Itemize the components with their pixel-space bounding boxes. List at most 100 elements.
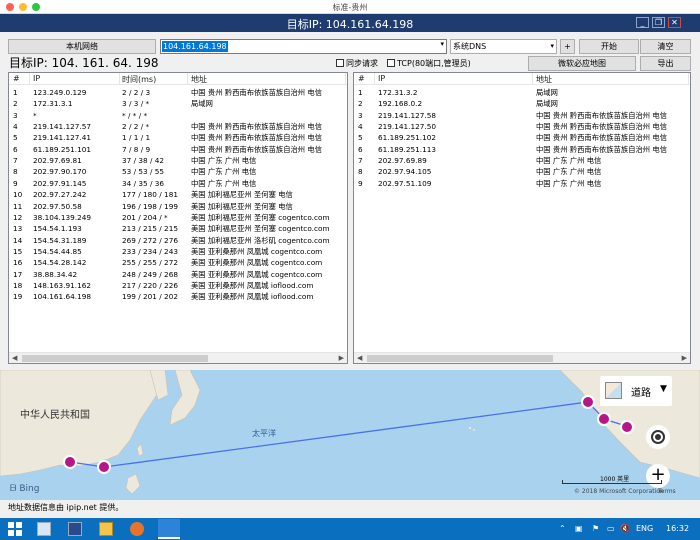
cell-index: 2 — [358, 99, 363, 109]
language-indicator[interactable]: ENG — [636, 524, 653, 533]
cell-time: 37 / 38 / 42 — [122, 156, 165, 166]
cell-time: 213 / 215 / 215 — [122, 224, 178, 234]
cell-address: 局域网 — [191, 99, 213, 109]
table-row[interactable]: 6 61.189.251.113 中国 贵州 黔西南布依族苗族自治州 电信 — [354, 144, 690, 155]
chevron-down-icon: ▾ — [550, 42, 554, 50]
file-explorer-icon[interactable] — [99, 522, 113, 536]
map-style-selector[interactable]: 道路 ▼ — [600, 376, 672, 406]
clock[interactable]: 16:32 — [666, 524, 689, 533]
table-row[interactable]: 4 219.141.127.57 2 / 2 / * 中国 贵州 黔西南布依族苗族自治… — [9, 121, 347, 132]
firefox-icon[interactable] — [130, 522, 144, 536]
table-row[interactable]: 4 219.141.127.50 中国 贵州 黔西南布依族苗族自治州 电信 — [354, 121, 690, 132]
philippines-landmass — [125, 473, 141, 495]
cell-time: 255 / 255 / 272 — [122, 258, 178, 268]
cell-index: 4 — [358, 122, 363, 132]
table-row[interactable]: 5 219.141.127.41 1 / 1 / 1 中国 贵州 黔西南布依族苗族自治… — [9, 132, 347, 143]
column-header-ip[interactable]: IP — [33, 74, 40, 83]
export-button[interactable]: 导出 — [640, 56, 691, 71]
cell-ip: 154.54.44.85 — [33, 246, 82, 256]
table-row[interactable]: 16 154.54.28.142 255 / 255 / 272 美国 亚利桑那州 凤… — [9, 257, 347, 268]
column-header-address[interactable]: 地址 — [536, 74, 552, 85]
scroll-thumb[interactable] — [22, 355, 208, 362]
sync-request-checkbox[interactable]: 同步请求 — [336, 58, 378, 69]
scroll-left-icon[interactable]: ◀ — [357, 354, 362, 362]
table-row[interactable]: 8 202.97.94.105 中国 广东 广州 电信 — [354, 166, 690, 177]
table-row[interactable]: 15 154.54.44.85 233 / 234 / 243 美国 亚利桑那州 凤凰… — [9, 246, 347, 257]
table-row[interactable]: 8 202.97.90.170 53 / 53 / 55 中国 广东 广州 电信 — [9, 166, 347, 177]
locate-me-button[interactable] — [646, 425, 670, 449]
table-row[interactable]: 3 219.141.127.58 中国 贵州 黔西南布依族苗族自治州 电信 — [354, 110, 690, 121]
powershell-icon[interactable] — [68, 522, 82, 536]
local-network-button[interactable]: 本机网络 — [8, 39, 156, 54]
table-row[interactable]: 9 202.97.91.145 34 / 35 / 36 中国 广东 广州 电信 — [9, 178, 347, 189]
table-row[interactable]: 7 202.97.69.89 中国 广东 广州 电信 — [354, 155, 690, 166]
cell-address: 中国 贵州 黔西南布依族苗族自治州 电信 — [191, 133, 323, 143]
scroll-right-icon[interactable]: ▶ — [339, 354, 344, 362]
tray-app-icon[interactable]: ▣ — [575, 524, 583, 533]
right-hops-table[interactable]: # IP 地址 1 172.31.3.2 局域网 2 192.168.0.2 局域网 3 21… — [353, 72, 691, 364]
cell-address: 中国 贵州 黔西南布依族苗族自治州 电信 — [191, 88, 323, 97]
column-header-ip[interactable]: IP — [378, 74, 385, 83]
table-row[interactable]: 13 154.54.1.193 213 / 215 / 215 美国 加利福尼亚州 圣… — [9, 223, 347, 234]
restore-button[interactable]: ❐ — [652, 17, 665, 28]
table-row[interactable]: 9 202.97.51.109 中国 广东 广州 电信 — [354, 178, 690, 189]
tcp-checkbox[interactable]: TCP(80端口,管理员) — [387, 58, 471, 69]
minimize-button[interactable]: _ — [636, 17, 649, 28]
table-row[interactable]: 17 38.88.34.42 248 / 249 / 268 美国 亚利桑那州 凤凰城… — [9, 269, 347, 280]
zoom-in-button[interactable]: + — [646, 464, 670, 488]
bing-map-button[interactable]: 微软必应地图 — [528, 56, 636, 71]
table-row[interactable]: 19 104.161.64.198 199 / 201 / 202 美国 亚利桑那州 … — [9, 291, 347, 302]
cell-ip: 202.97.69.81 — [33, 156, 82, 166]
column-header-address[interactable]: 地址 — [191, 74, 207, 85]
scroll-thumb[interactable] — [367, 355, 553, 362]
right-horizontal-scrollbar[interactable]: ◀ ▶ — [354, 352, 690, 363]
add-button[interactable]: + — [560, 39, 575, 54]
table-row[interactable]: 2 192.168.0.2 局域网 — [354, 98, 690, 109]
volume-muted-icon[interactable]: 🔇 — [620, 524, 630, 533]
chevron-down-icon[interactable]: ▾ — [440, 40, 444, 48]
table-header: # IP 地址 — [354, 73, 690, 85]
ip-input[interactable]: 104.161.64.198 ▾ — [160, 39, 447, 54]
cell-index: 8 — [13, 167, 18, 177]
table-row[interactable]: 1 172.31.3.2 局域网 — [354, 87, 690, 98]
cell-ip: 219.141.127.41 — [33, 133, 92, 143]
table-row[interactable]: 5 61.189.251.102 中国 贵州 黔西南布依族苗族自治州 电信 — [354, 132, 690, 143]
column-header-index[interactable]: # — [13, 74, 20, 83]
left-hops-table[interactable]: # IP 时间(ms) 地址 1 123.249.0.129 2 / 2 / 3 中国… — [8, 72, 348, 364]
clear-button[interactable]: 清空 — [640, 39, 691, 54]
table-row[interactable]: 10 202.97.27.242 177 / 180 / 181 美国 加利福尼亚州 … — [9, 189, 347, 200]
start-button[interactable]: 开始 — [579, 39, 639, 54]
table-row[interactable]: 12 38.104.139.249 201 / 204 / * 美国 加利福尼亚州 圣… — [9, 212, 347, 223]
cell-ip: 219.141.127.50 — [378, 122, 437, 132]
table-row[interactable]: 2 172.31.3.1 3 / 3 / * 局域网 — [9, 98, 347, 109]
tray-up-arrow-icon[interactable]: ⌃ — [559, 524, 566, 533]
terms-link[interactable]: Terms — [658, 488, 676, 495]
network-icon[interactable]: ▭ — [607, 524, 615, 533]
column-header-time[interactable]: 时间(ms) — [122, 74, 156, 85]
table-row[interactable]: 6 61.189.251.101 7 / 8 / 9 中国 贵州 黔西南布依族苗族自治… — [9, 144, 347, 155]
scroll-left-icon[interactable]: ◀ — [12, 354, 17, 362]
cell-ip: 219.141.127.58 — [378, 110, 437, 120]
start-icon[interactable] — [8, 522, 22, 536]
table-row[interactable]: 7 202.97.69.81 37 / 38 / 42 中国 广东 广州 电信 — [9, 155, 347, 166]
table-row[interactable]: 1 123.249.0.129 2 / 2 / 3 中国 贵州 黔西南布依族苗族自治州… — [9, 87, 347, 98]
tray-flag-icon[interactable]: ⚑ — [592, 524, 599, 533]
table-row[interactable]: 18 148.163.91.162 217 / 220 / 226 美国 亚利桑那州 … — [9, 280, 347, 291]
server-manager-icon[interactable] — [37, 522, 51, 536]
route-map[interactable]: 中华人民共和国 太平洋 道路 ▼ + 1000 英里 © 2018 Micros… — [0, 370, 700, 500]
close-button[interactable]: ✕ — [668, 17, 681, 28]
checkbox-box — [336, 59, 344, 67]
table-row[interactable]: 11 202.97.50.58 196 / 198 / 199 美国 加利福尼亚州 圣… — [9, 201, 347, 212]
table-row[interactable]: 3 * * / * / * — [9, 110, 347, 121]
bing-label: Bing — [19, 484, 40, 494]
left-horizontal-scrollbar[interactable]: ◀ ▶ — [9, 352, 347, 363]
cell-address: 美国 加利福尼亚州 圣何塞 电信 — [191, 201, 293, 211]
cell-index: 1 — [358, 88, 363, 97]
scroll-right-icon[interactable]: ▶ — [682, 354, 687, 362]
ocean-label: 太平洋 — [252, 429, 276, 438]
dns-select[interactable]: 系统DNS ▾ — [450, 39, 557, 54]
traceroute-app-icon[interactable] — [158, 519, 180, 539]
cell-index: 18 — [13, 280, 23, 290]
column-header-index[interactable]: # — [358, 74, 365, 83]
table-row[interactable]: 14 154.54.31.189 269 / 272 / 276 美国 加利福尼亚州 … — [9, 235, 347, 246]
